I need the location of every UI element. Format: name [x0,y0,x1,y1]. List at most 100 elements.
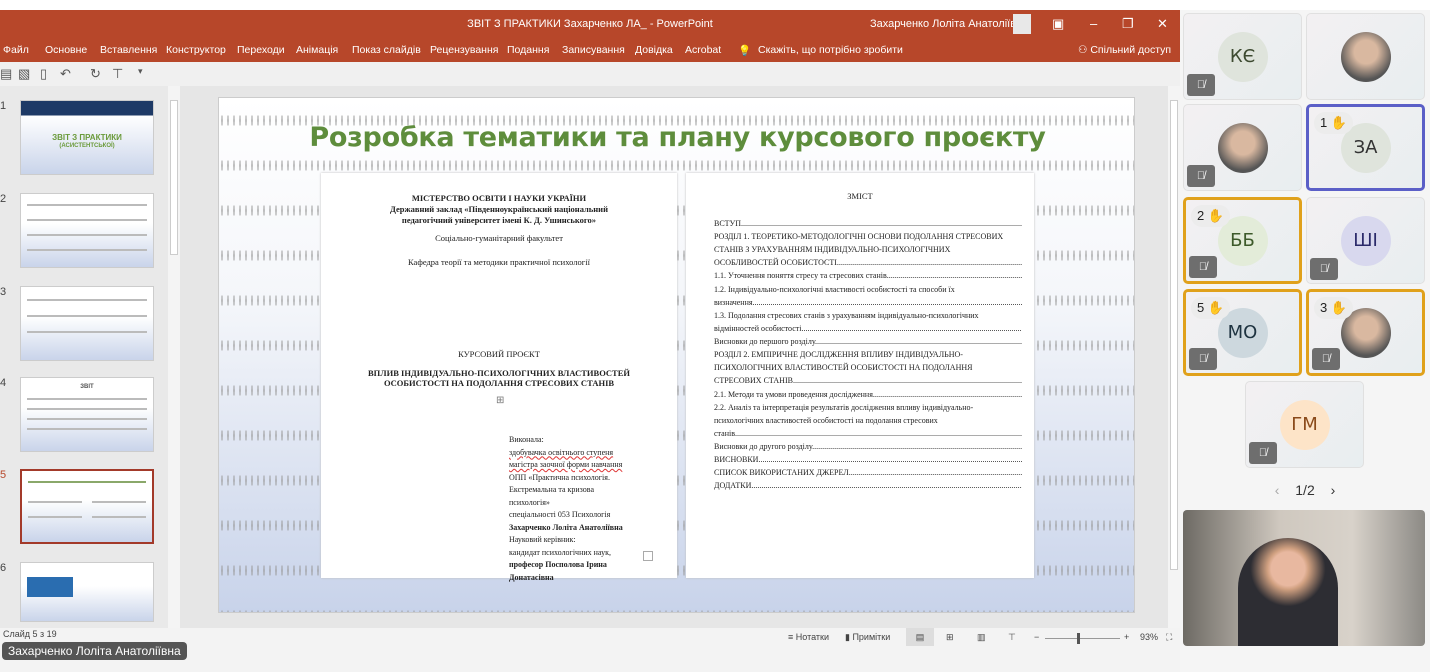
participant-tile[interactable]: МО 5 ✋ 🎙̸ [1183,289,1302,376]
author-line: ОПП «Практична психологія. [509,472,610,482]
author-line: магістра заочної форми навчання [509,460,623,469]
slide-thumbnail-5[interactable] [20,469,154,544]
participant-tile[interactable]: ШІ 🎙̸ [1306,197,1425,284]
slide-thumbnails-pane: 1 ЗВІТ З ПРАКТИКИ (АСИСТЕНТСЬКОЇ) 2 3 4 … [0,86,168,628]
current-slide[interactable]: Розробка тематики та плану курсового про… [218,97,1135,613]
notes-button[interactable]: ≡ Нотатки [788,632,829,642]
thumb-title: ЗВІТ [80,384,94,390]
account-avatar[interactable] [1013,14,1031,34]
customize-qat-icon[interactable]: ▾ [138,66,143,77]
department-text: Кафедра теорії та методики практичної пс… [407,257,590,267]
contents-page-image[interactable]: ЗМІСТ ВСТУП РОЗДІЛ 1. ТЕОРЕТИКО-МЕТОДОЛОГ… [686,173,1034,578]
tab-design[interactable]: Конструктор [166,44,226,56]
participants-pager: ‹ 1/2 › [1180,482,1430,498]
tab-help[interactable]: Довідка [635,44,673,56]
toc-entry: 2.2. Аналіз та інтерпретація результатів… [714,403,974,412]
mic-muted-icon: 🎙̸ [1189,348,1217,370]
undo-icon[interactable]: ↶ [60,66,71,82]
tell-me-input[interactable]: Скажіть, що потрібно зробити [758,44,903,56]
toc-entry: визначення [714,297,1022,309]
next-page-icon[interactable]: › [1331,482,1336,498]
quick-access-toolbar: ▤ ▧ ▯ ↶ ↻ ⊤ ▾ [0,62,1180,86]
tab-insert[interactable]: Вставлення [100,44,157,56]
layout-icon[interactable]: ▯ [40,66,47,82]
participant-initials: ГМ [1279,399,1330,450]
zoom-level[interactable]: 93% [1140,632,1158,642]
tab-file[interactable]: Файл [3,44,29,56]
toc-entry: СПИСОК ВИКОРИСТАНИХ ДЖЕРЕЛ [714,467,1022,479]
tab-transitions[interactable]: Переходи [237,44,285,56]
redo-icon[interactable]: ↻ [90,66,101,82]
tab-view[interactable]: Подання [507,44,549,56]
zoom-slider-thumb[interactable] [1077,633,1080,644]
save-icon[interactable]: ▤ [0,66,12,82]
slide-thumbnail-3[interactable] [20,286,154,361]
prev-page-icon[interactable]: ‹ [1275,482,1280,498]
tab-animations[interactable]: Анімація [296,44,338,56]
new-slide-icon[interactable]: ▧ [18,66,30,82]
thumb-subtitle: (АСИСТЕНТСЬКОЇ) [59,143,115,149]
participant-tile[interactable]: 🎙̸ [1183,104,1302,191]
lightbulb-icon: 💡 [738,45,752,57]
tab-review[interactable]: Рецензування [430,44,498,56]
author-line: кандидат психологічних наук, [509,547,611,557]
ministry-text: МІСТЕРСТВО ОСВІТИ І НАУКИ УКРАЇНИ [411,193,587,203]
participant-tile[interactable]: КЄ 🎙̸ [1183,13,1302,100]
participant-tile[interactable]: 3 ✋ 🎙̸ [1306,289,1425,376]
participant-avatar [1340,31,1391,82]
present-icon[interactable]: ⊤ [112,66,123,82]
slide-thumbnail-1[interactable]: ЗВІТ З ПРАКТИКИ (АСИСТЕНТСЬКОЇ) [20,100,154,175]
zoom-out-button[interactable]: − [1034,632,1039,642]
institution-text: Державний заклад «Південноукраїнський на… [390,204,608,214]
participant-tile[interactable]: ГМ 🎙̸ [1245,381,1364,468]
close-button[interactable]: ✕ [1157,16,1168,32]
normal-view-icon[interactable]: ▤ [906,628,934,646]
tab-acrobat[interactable]: Acrobat [685,44,721,56]
raised-hand-icon: ✋ [1204,208,1225,223]
slide-title[interactable]: Розробка тематики та плану курсового про… [219,122,1136,153]
author-line: психологія» [509,497,550,507]
editor-scrollbar[interactable] [1168,86,1180,628]
reading-view-icon[interactable]: ▥ [977,632,986,643]
participant-tile[interactable]: ББ 2 ✋ 🎙̸ [1183,197,1302,284]
person-icon: ⚇ [1078,44,1091,56]
presenter-name-tag: Захарченко Лоліта Анатоліївна [2,642,187,660]
slide-thumbnail-6[interactable] [20,562,154,622]
toc-entry: РОЗДІЛ 2. ЕМПІРИЧНЕ ДОСЛІДЖЕННЯ ВПЛИВУ І… [714,350,963,359]
comments-button[interactable]: ▮ Примітки [845,632,890,643]
participant-initials: ШІ [1340,215,1391,266]
thumb-number: 4 [0,377,7,389]
scrollbar-thumb[interactable] [1170,100,1178,570]
fit-slide-icon[interactable]: ⛶ [1166,632,1172,643]
tab-home[interactable]: Основне [45,44,87,56]
tab-recording[interactable]: Записування [562,44,625,56]
scrollbar-thumb[interactable] [170,100,178,255]
resize-handle[interactable] [643,551,653,561]
slideshow-icon[interactable]: ⊤ [1008,632,1016,643]
participant-tile[interactable] [1306,13,1425,100]
slide-sorter-icon[interactable]: ⊞ [946,632,954,643]
toc-entry: ПСИХОЛОГІЧНИХ ВЛАСТИВОСТЕЙ ОСОБИСТОСТІ Н… [714,363,973,372]
raised-hand-badge: 5 ✋ [1191,297,1231,319]
thumbnails-scrollbar[interactable] [168,86,180,628]
author-line: Науковий керівник: [509,535,576,544]
author-line: Донатасівна [509,572,554,582]
slide-thumbnail-2[interactable] [20,193,154,268]
minimize-button[interactable]: – [1090,16,1097,31]
account-name[interactable]: Захарченко Лоліта Анатоліївна [870,18,1028,30]
tab-slideshow[interactable]: Показ слайдів [352,44,421,56]
move-handle-icon[interactable]: ⊞ [496,395,504,406]
zoom-in-button[interactable]: + [1124,632,1129,642]
participant-tile[interactable]: ЗА 1 ✋ [1306,104,1425,191]
author-block: Виконала: здобувачка освітнього ступеня … [509,434,623,584]
zoom-slider[interactable] [1045,638,1120,639]
presenter-person [1238,538,1338,646]
toc-entry: ВИСНОВКИ [714,454,1022,466]
slide-thumbnail-4[interactable]: ЗВІТ [20,377,154,452]
presenter-video[interactable] [1183,510,1425,646]
ribbon-display-icon[interactable]: ▣ [1052,16,1064,32]
title-page-image[interactable]: МІСТЕРСТВО ОСВІТИ І НАУКИ УКРАЇНИ Держав… [321,173,677,582]
maximize-button[interactable]: ❐ [1122,16,1134,32]
share-button[interactable]: ⚇ Спільний доступ [1078,44,1171,56]
author-line: Захарченко Лоліта Анатоліївна [509,522,623,532]
